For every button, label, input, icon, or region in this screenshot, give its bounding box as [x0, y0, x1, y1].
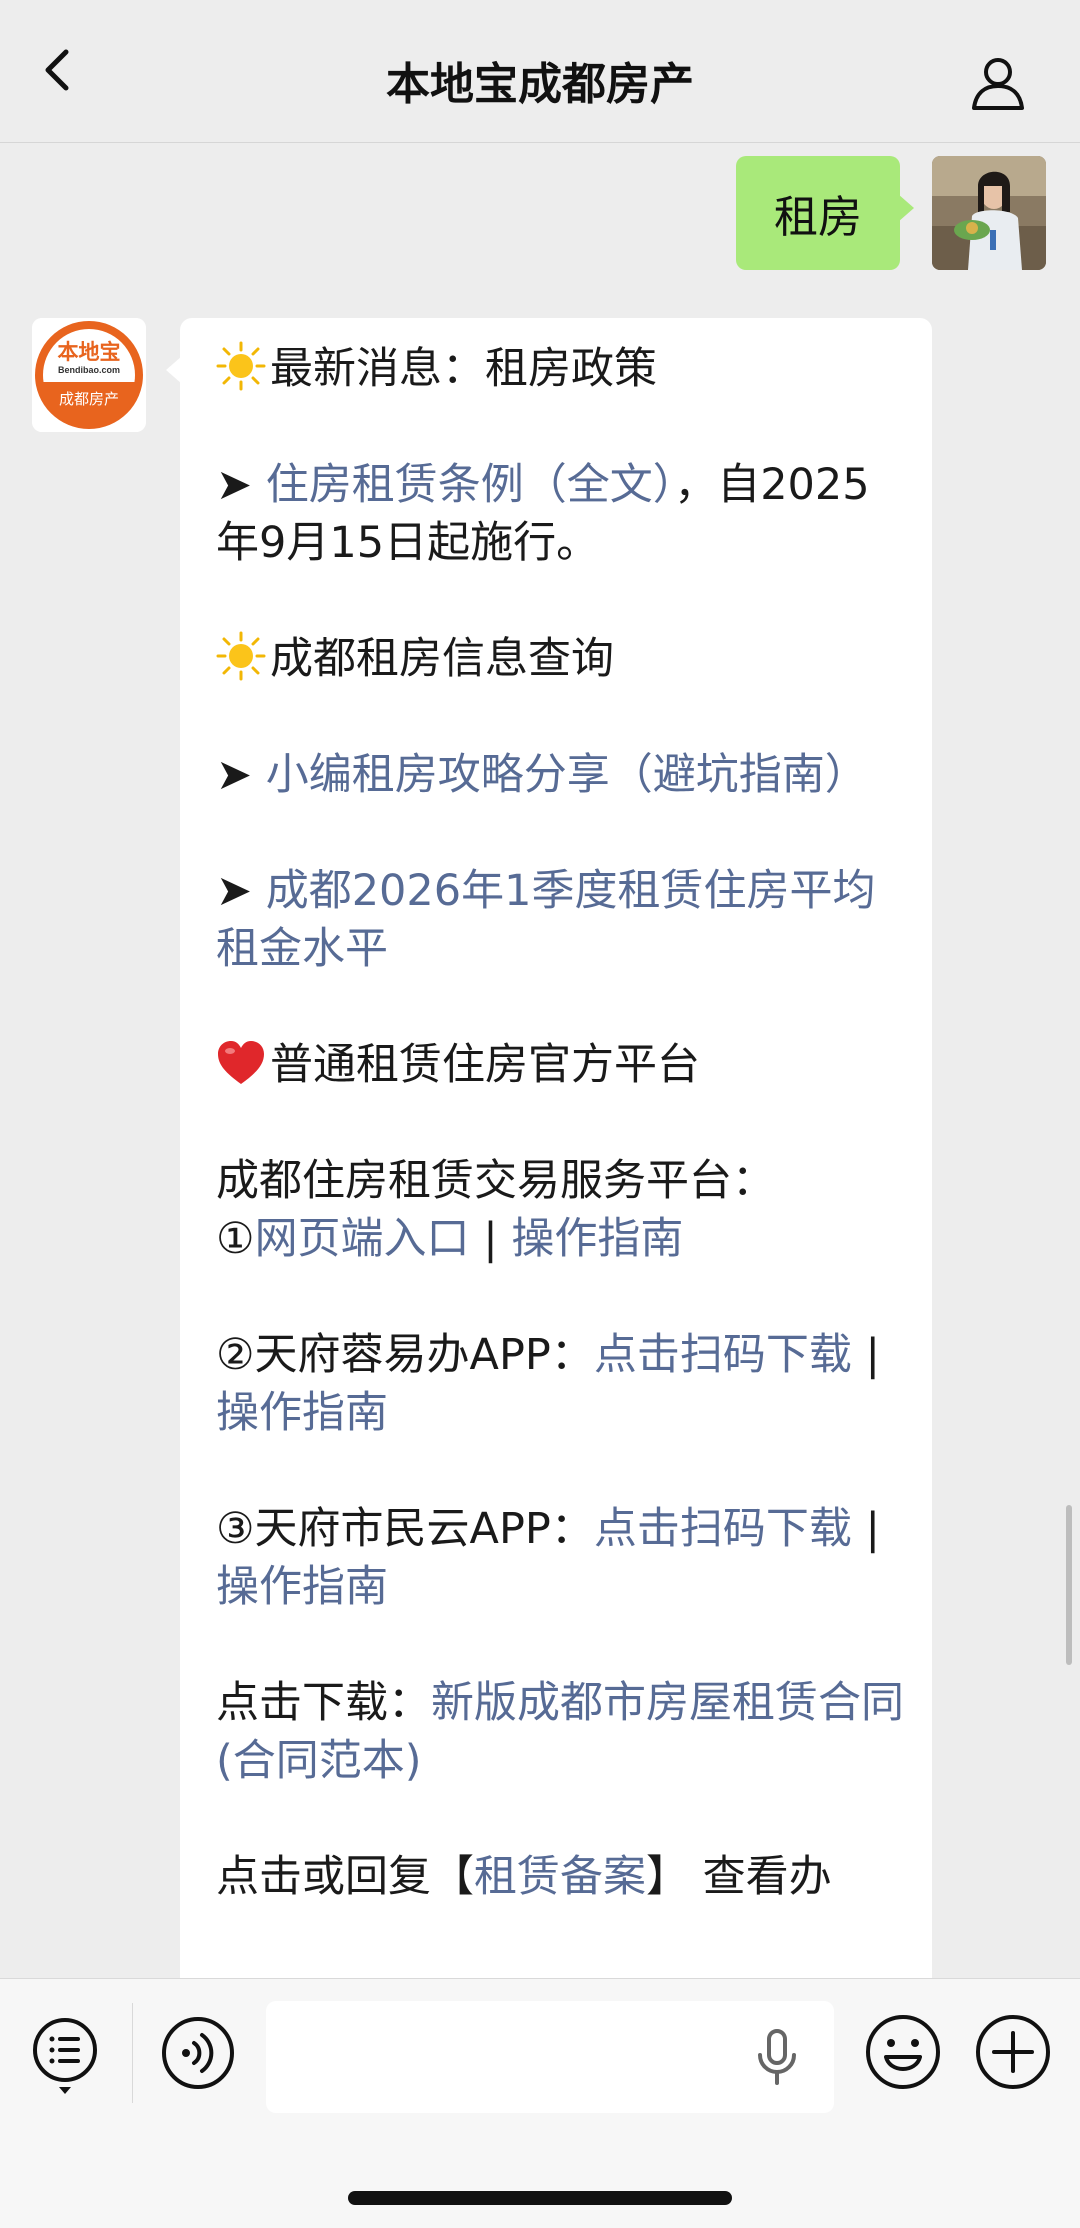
reply-label: 点击或回复【 [216, 1852, 474, 1902]
guide-item: ➤ 小编租房攻略分享（避坑指南） [216, 746, 906, 804]
app-label: ②天府蓉易办APP： [216, 1330, 594, 1380]
sun-icon [216, 341, 266, 391]
rent-level-item: ➤ 成都2026年1季度租赁住房平均租金水平 [216, 862, 906, 978]
arrow-bullet: ➤ [216, 460, 266, 510]
reply-rest: 】 查看办 [646, 1852, 832, 1902]
bot-message-content: 最新消息：租房政策 ➤ 住房租赁条例（全文），自2025年9月15日起施行。 成… [216, 340, 906, 1964]
section-title-policy: 最新消息：租房政策 [216, 340, 906, 398]
app-item-rongyiban: ②天府蓉易办APP：点击扫码下载 | 操作指南 [216, 1326, 906, 1442]
microphone-icon[interactable] [752, 2029, 802, 2085]
separator: | [851, 1504, 880, 1554]
platform-label: 成都住房租赁交易服务平台： [216, 1156, 775, 1206]
heart-icon [218, 1041, 264, 1084]
logo-domain-text: Bendibao.com [57, 365, 120, 375]
web-portal-link[interactable]: 网页端入口 [255, 1214, 470, 1264]
input-toolbar [0, 1978, 1080, 2228]
filing-link[interactable]: 租赁备案 [474, 1852, 646, 1902]
person-icon[interactable] [966, 50, 1030, 114]
shiminyun-download-link[interactable]: 点击扫码下载 [594, 1504, 852, 1554]
platform-block: 成都住房租赁交易服务平台： ①网页端入口 | 操作指南 [216, 1152, 906, 1268]
emoji-icon[interactable] [864, 2013, 942, 2091]
arrow-bullet: ➤ [216, 750, 266, 800]
rongyiban-guide-link[interactable]: 操作指南 [216, 1388, 388, 1438]
separator: | [469, 1214, 512, 1264]
filing-item: 点击或回复【租赁备案】 查看办 [216, 1848, 906, 1906]
plus-icon[interactable] [974, 2013, 1052, 2091]
bot-avatar[interactable]: 本地宝 Bendibao.com 成都房产 [32, 318, 146, 432]
app-label: ③天府市民云APP： [216, 1504, 594, 1554]
app-item-shiminyun: ③天府市民云APP：点击扫码下载 | 操作指南 [216, 1500, 906, 1616]
section-title-text: 普通租赁住房官方平台 [270, 1040, 700, 1090]
logo-sub-text: 成都房产 [58, 391, 119, 408]
web-guide-link[interactable]: 操作指南 [511, 1214, 683, 1264]
rongyiban-download-link[interactable]: 点击扫码下载 [594, 1330, 852, 1380]
menu-list-icon[interactable] [30, 2015, 100, 2095]
sun-icon [216, 631, 266, 681]
download-label: 点击下载： [216, 1678, 431, 1728]
section-title-text: 成都租房信息查询 [270, 634, 614, 684]
message-input[interactable] [266, 2001, 834, 2113]
voice-icon[interactable] [160, 2015, 236, 2091]
home-indicator[interactable] [348, 2191, 732, 2205]
section-title-query: 成都租房信息查询 [216, 630, 906, 688]
chat-scrollbar[interactable] [1066, 1505, 1072, 1665]
contract-download-item: 点击下载：新版成都市房屋租赁合同(合同范本) [216, 1674, 906, 1790]
item-number: ① [216, 1214, 255, 1264]
rental-regulation-link[interactable]: 住房租赁条例（全文） [266, 460, 675, 510]
user-avatar-photo [932, 156, 1046, 270]
shiminyun-guide-link[interactable]: 操作指南 [216, 1562, 388, 1612]
user-avatar[interactable] [932, 156, 1046, 270]
policy-item: ➤ 住房租赁条例（全文），自2025年9月15日起施行。 [216, 456, 906, 572]
rent-level-link[interactable]: 成都2026年1季度租赁住房平均租金水平 [216, 866, 876, 974]
arrow-bullet: ➤ [216, 866, 266, 916]
bot-message-bubble: 最新消息：租房政策 ➤ 住房租赁条例（全文），自2025年9月15日起施行。 成… [166, 318, 932, 2018]
section-title-text: 最新消息：租房政策 [270, 344, 657, 394]
user-message-text: 租房 [774, 192, 862, 243]
chat-header: 本地宝成都房产 [0, 0, 1080, 143]
chat-title: 本地宝成都房产 [386, 59, 694, 110]
logo-brand-text: 本地宝 [57, 341, 121, 364]
user-message-bubble[interactable]: 租房 [736, 156, 914, 270]
rental-guide-link[interactable]: 小编租房攻略分享（避坑指南） [266, 750, 868, 800]
separator: | [851, 1330, 880, 1380]
toolbar-divider [132, 2003, 133, 2103]
section-title-platform: 普通租赁住房官方平台 [216, 1036, 906, 1094]
